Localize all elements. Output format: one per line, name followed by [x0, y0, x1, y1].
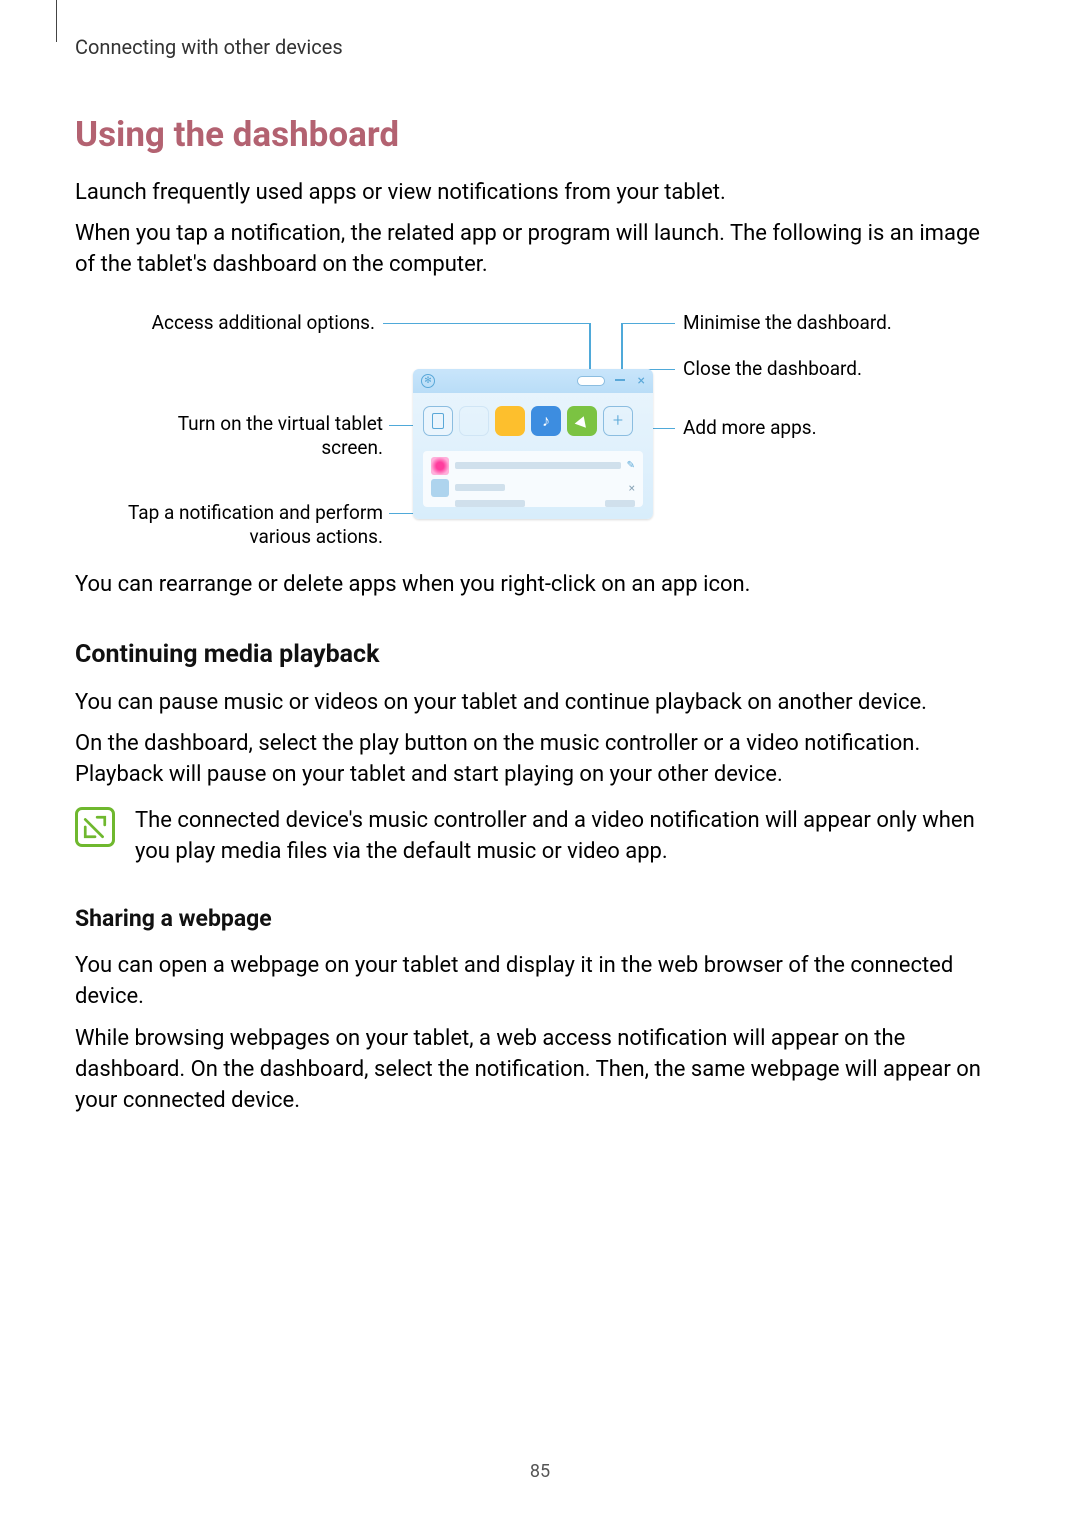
note-block: The connected device's music controller …	[75, 805, 1005, 867]
music-icon: ♪	[531, 406, 561, 436]
media-paragraph-1: You can pause music or videos on your ta…	[75, 687, 1005, 718]
close-icon: ×	[638, 373, 645, 389]
callout-close: Close the dashboard.	[683, 357, 862, 382]
minimise-icon	[615, 379, 625, 381]
notif-thumb-2	[431, 479, 449, 497]
notif-thumb-1	[431, 457, 449, 475]
intro-paragraph-1: Launch frequently used apps or view noti…	[75, 177, 1005, 208]
heading-using-dashboard: Using the dashboard	[75, 114, 1005, 155]
share-paragraph-2: While browsing webpages on your tablet, …	[75, 1023, 1005, 1117]
app-icon-yellow	[495, 406, 525, 436]
dashboard-diagram: Access additional options. Turn on the v…	[75, 309, 1005, 554]
slider-icon	[577, 376, 605, 386]
add-apps-icon: +	[603, 406, 633, 436]
media-paragraph-2: On the dashboard, select the play button…	[75, 728, 1005, 790]
note-text: The connected device's music controller …	[135, 805, 1005, 867]
callout-minimise: Minimise the dashboard.	[683, 311, 892, 336]
gear-icon: ✻	[421, 374, 435, 388]
callout-virtual: Turn on the virtual tablet screen.	[125, 412, 383, 461]
callout-options: Access additional options.	[125, 311, 375, 336]
share-paragraph-1: You can open a webpage on your tablet an…	[75, 950, 1005, 1012]
callout-notif: Tap a notification and perform various a…	[95, 501, 383, 550]
heading-media-playback: Continuing media playback	[75, 640, 1005, 669]
notification-panel: ✎ ×	[423, 451, 643, 507]
intro-paragraph-2: When you tap a notification, the related…	[75, 218, 1005, 280]
rearrange-paragraph: You can rearrange or delete apps when yo…	[75, 569, 1005, 600]
callout-addapps: Add more apps.	[683, 416, 817, 441]
dashboard-mock: ✻ × ♪ + ✎	[413, 369, 653, 519]
app-slot-empty	[459, 406, 489, 436]
header-rule	[56, 0, 57, 42]
share-icon	[567, 406, 597, 436]
heading-sharing-webpage: Sharing a webpage	[75, 905, 1005, 932]
virtual-tablet-icon	[423, 406, 453, 436]
note-icon	[75, 807, 115, 847]
page-number: 85	[0, 1461, 1080, 1482]
dismiss-icon: ×	[629, 481, 635, 495]
breadcrumb: Connecting with other devices	[75, 35, 1005, 59]
